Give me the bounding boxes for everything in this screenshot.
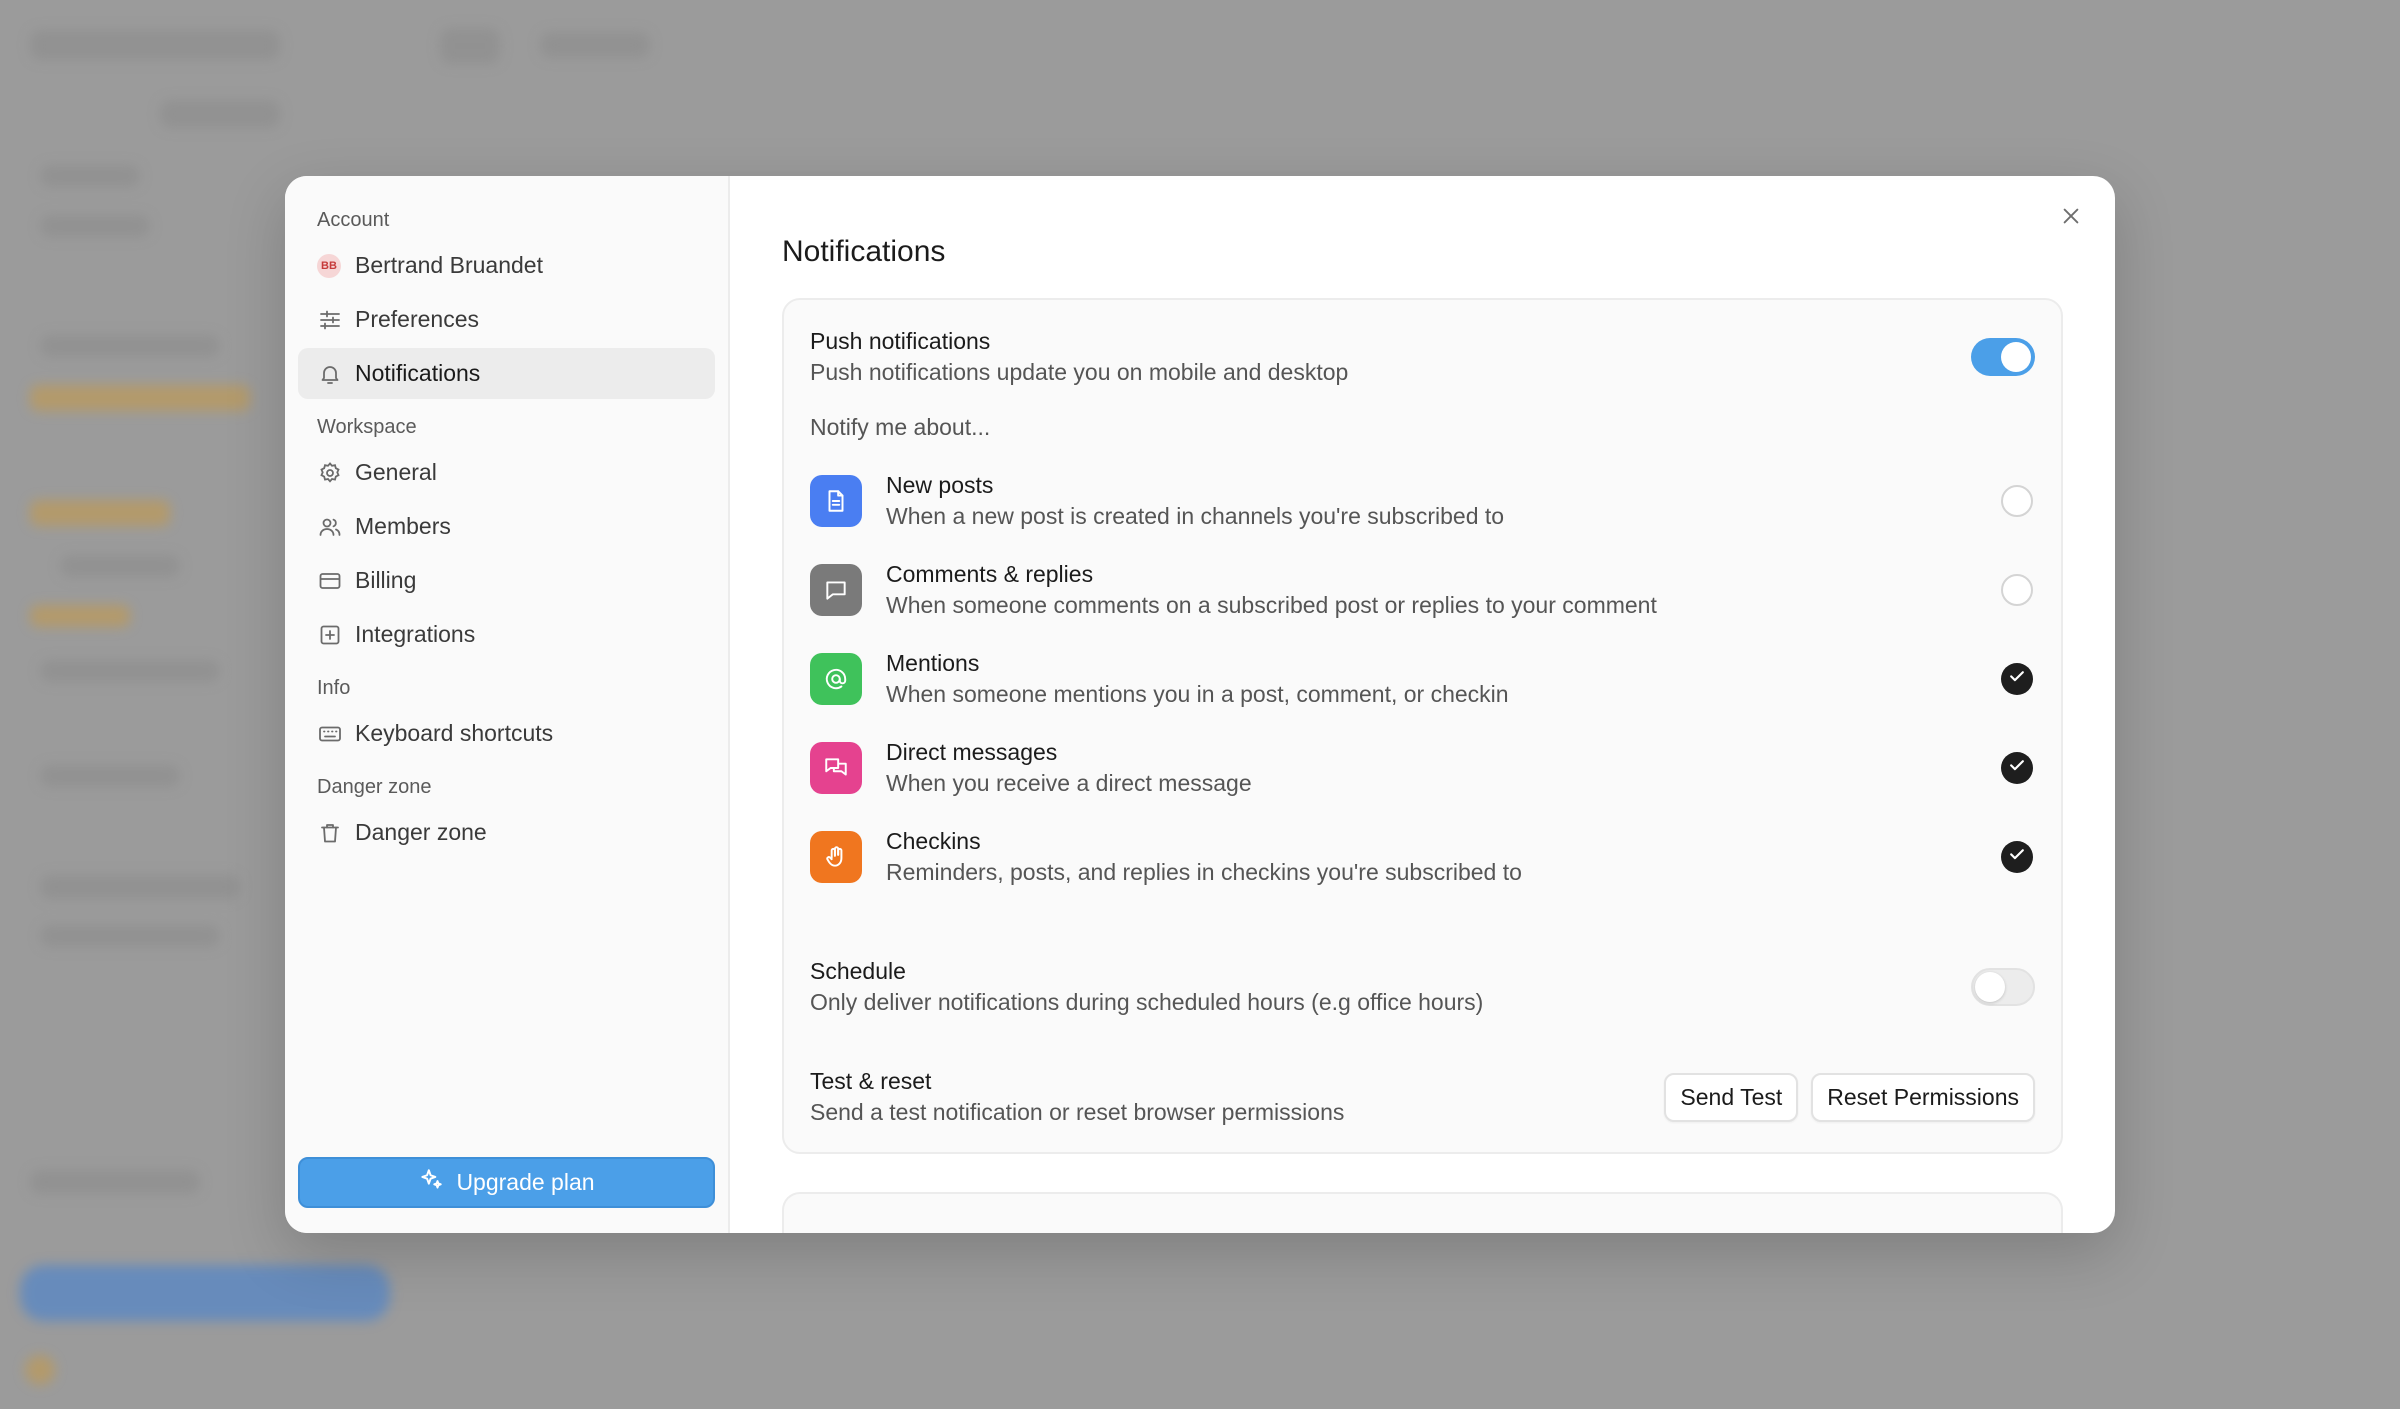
notification-title: Mentions bbox=[886, 649, 980, 676]
sidebar-item-label: Members bbox=[355, 513, 451, 539]
sidebar-item-label: Danger zone bbox=[355, 819, 487, 845]
check-icon bbox=[2007, 844, 2027, 869]
push-notifications-description: Push notifications update you on mobile … bbox=[810, 359, 1349, 385]
notification-row-direct-messages: Direct messages When you receive a direc… bbox=[810, 723, 2035, 812]
comments-checkbox[interactable] bbox=[2001, 573, 2033, 606]
section-label-account: Account bbox=[317, 209, 390, 231]
push-notifications-toggle[interactable] bbox=[1971, 338, 2035, 376]
sidebar-item-label: Bertrand Bruandet bbox=[355, 252, 543, 278]
sliders-icon bbox=[317, 307, 343, 333]
sidebar-item-label: Keyboard shortcuts bbox=[355, 720, 554, 746]
test-reset-description: Send a test notification or reset browse… bbox=[810, 1099, 1345, 1125]
sidebar-item-integrations[interactable]: Integrations bbox=[298, 609, 715, 660]
hand-icon bbox=[810, 830, 862, 883]
notification-row-comments: Comments & replies When someone comments… bbox=[810, 545, 2035, 634]
sidebar-item-keyboard-shortcuts[interactable]: Keyboard shortcuts bbox=[298, 708, 715, 759]
new-posts-checkbox[interactable] bbox=[2001, 484, 2033, 517]
plus-square-icon bbox=[317, 622, 343, 648]
check-icon bbox=[2007, 666, 2027, 691]
page-title: Notifications bbox=[782, 235, 946, 268]
sidebar-item-label: General bbox=[355, 459, 437, 485]
notification-title: Direct messages bbox=[886, 738, 1058, 765]
toggle-knob bbox=[1975, 972, 2005, 1002]
credit-card-icon bbox=[317, 568, 343, 594]
sidebar-item-account[interactable]: BB Bertrand Bruandet bbox=[298, 240, 715, 291]
gear-icon bbox=[317, 460, 343, 486]
section-label-workspace: Workspace bbox=[317, 416, 417, 438]
users-icon bbox=[317, 514, 343, 540]
sidebar-item-preferences[interactable]: Preferences bbox=[298, 294, 715, 345]
section-label-danger-zone: Danger zone bbox=[317, 776, 432, 798]
sidebar-item-label: Billing bbox=[355, 567, 417, 593]
notify-me-label: Notify me about... bbox=[810, 414, 991, 440]
sidebar-item-general[interactable]: General bbox=[298, 447, 715, 498]
sidebar-item-members[interactable]: Members bbox=[298, 501, 715, 552]
at-icon bbox=[810, 652, 862, 705]
send-test-button[interactable]: Send Test bbox=[1664, 1072, 1799, 1122]
document-icon bbox=[810, 474, 862, 527]
notification-title: Comments & replies bbox=[886, 560, 1094, 587]
notification-row-mentions: Mentions When someone mentions you in a … bbox=[810, 634, 2035, 723]
reset-permissions-button[interactable]: Reset Permissions bbox=[1811, 1072, 2035, 1122]
bell-icon bbox=[317, 361, 343, 387]
direct-messages-checkbox[interactable] bbox=[2001, 751, 2033, 784]
sidebar-item-label: Notifications bbox=[355, 360, 481, 386]
section-label-info: Info bbox=[317, 677, 351, 699]
test-reset-row: Test & reset Send a test notification or… bbox=[810, 1066, 2035, 1128]
upgrade-plan-button[interactable]: Upgrade plan bbox=[298, 1157, 715, 1208]
schedule-toggle[interactable] bbox=[1971, 968, 2035, 1006]
avatar: BB bbox=[317, 253, 341, 278]
toggle-knob bbox=[2001, 342, 2031, 372]
next-settings-card bbox=[782, 1192, 2063, 1233]
push-notifications-row: Push notifications Push notifications up… bbox=[810, 326, 2035, 388]
keyboard-icon bbox=[317, 721, 343, 747]
notification-description: Reminders, posts, and replies in checkin… bbox=[886, 858, 1522, 885]
notification-title: New posts bbox=[886, 471, 994, 498]
push-notifications-title: Push notifications bbox=[810, 328, 991, 354]
comment-icon bbox=[810, 563, 862, 616]
sidebar-item-danger-zone[interactable]: Danger zone bbox=[298, 807, 715, 858]
schedule-row: Schedule Only deliver notifications duri… bbox=[810, 956, 2035, 1018]
sidebar-item-label: Preferences bbox=[355, 306, 480, 332]
settings-sidebar: Account BB Bertrand Bruandet Preferences… bbox=[285, 176, 730, 1233]
sidebar-item-billing[interactable]: Billing bbox=[298, 555, 715, 606]
close-icon bbox=[2060, 205, 2082, 232]
schedule-title: Schedule bbox=[810, 958, 906, 984]
notification-description: When you receive a direct message bbox=[886, 769, 1252, 796]
notification-row-new-posts: New posts When a new post is created in … bbox=[810, 456, 2035, 545]
notifications-card: Push notifications Push notifications up… bbox=[782, 298, 2063, 1154]
sidebar-item-notifications[interactable]: Notifications bbox=[298, 348, 715, 399]
chat-bubbles-icon bbox=[810, 741, 862, 794]
sidebar-item-label: Integrations bbox=[355, 621, 476, 647]
sparkles-icon bbox=[418, 1167, 444, 1199]
notification-description: When someone mentions you in a post, com… bbox=[886, 680, 1509, 707]
settings-dialog: Account BB Bertrand Bruandet Preferences… bbox=[285, 176, 2115, 1233]
check-icon bbox=[2007, 755, 2027, 780]
trash-icon bbox=[317, 820, 343, 846]
notification-description: When a new post is created in channels y… bbox=[886, 502, 1505, 529]
notification-row-checkins: Checkins Reminders, posts, and replies i… bbox=[810, 812, 2035, 901]
mentions-checkbox[interactable] bbox=[2001, 662, 2033, 695]
close-button[interactable] bbox=[2053, 200, 2089, 236]
settings-main: Notifications Push notifications Push no… bbox=[730, 176, 2115, 1233]
notification-title: Checkins bbox=[886, 827, 981, 854]
schedule-description: Only deliver notifications during schedu… bbox=[810, 989, 1484, 1015]
notification-description: When someone comments on a subscribed po… bbox=[886, 591, 1657, 618]
upgrade-plan-label: Upgrade plan bbox=[456, 1169, 595, 1195]
checkins-checkbox[interactable] bbox=[2001, 840, 2033, 873]
test-reset-title: Test & reset bbox=[810, 1068, 932, 1094]
